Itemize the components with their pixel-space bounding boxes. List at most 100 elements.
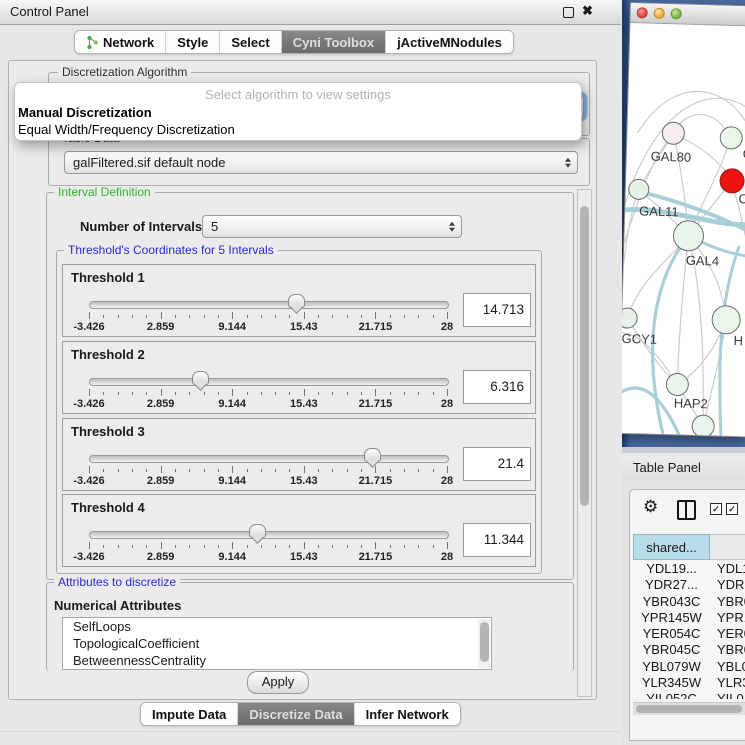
node-gal11[interactable] <box>628 179 649 200</box>
tab-jactivemnodules[interactable]: jActiveMNodules <box>386 31 513 53</box>
tab-select[interactable]: Select <box>220 31 281 53</box>
axis-tick-label: 15.43 <box>290 321 318 333</box>
float-window-icon[interactable] <box>563 7 574 18</box>
panel-scrollbar[interactable] <box>577 189 592 697</box>
slider-track <box>89 531 449 539</box>
tab-label: Network <box>103 35 154 50</box>
threshold-slider[interactable]: -3.4262.8599.14415.4321.71528 <box>89 298 447 334</box>
node-gal[interactable] <box>720 127 743 150</box>
network-icon <box>86 35 99 50</box>
cell-shared-name: YPR145W <box>633 610 710 626</box>
axis-tick-label: 15.43 <box>290 398 318 410</box>
network-canvas[interactable]: GAL80GALCGAL11GAL4GCY1HHAP2 <box>622 3 745 436</box>
tick-mark <box>375 542 376 549</box>
tab-cyni-toolbox[interactable]: Cyni Toolbox <box>282 31 386 53</box>
table-row[interactable]: YLR345WYLR3 <box>633 675 745 691</box>
node-gcy1[interactable] <box>622 308 637 329</box>
axis-tick-label: 28 <box>441 321 453 333</box>
slider-thumb[interactable] <box>192 371 209 385</box>
tick-mark <box>361 392 362 395</box>
table-row[interactable]: YDL19...YDL1 <box>633 561 745 577</box>
slider-thumb[interactable] <box>288 294 305 308</box>
node-gal80[interactable] <box>662 122 685 145</box>
tick-mark <box>447 542 448 549</box>
tab-style[interactable]: Style <box>166 31 220 53</box>
dropdown-option-equal-width-frequency-discretization[interactable]: Equal Width/Frequency Discretization <box>15 121 581 138</box>
tick-mark <box>118 469 119 472</box>
table-row[interactable]: YIL052CYIL0 <box>633 691 745 699</box>
table-data-combobox[interactable]: galFiltered.sif default node <box>64 151 578 174</box>
slider-thumb[interactable] <box>249 524 266 538</box>
window-zoom-button[interactable] <box>671 8 682 19</box>
table-row[interactable]: YBR043CYBR0 <box>633 594 745 610</box>
threshold-label: Threshold 1 <box>71 270 145 285</box>
checkbox-icon[interactable]: ✓ <box>710 503 722 515</box>
threshold-value-field[interactable]: 6.316 <box>463 370 531 404</box>
tick-mark <box>289 469 290 472</box>
column-header-n[interactable]: n <box>710 534 745 560</box>
gear-icon[interactable]: ⚙ <box>643 497 658 517</box>
table-row[interactable]: YBR045CYBR0 <box>633 642 745 658</box>
attribute-item-topologicalcoefficient[interactable]: TopologicalCoefficient <box>63 635 491 652</box>
tick-mark <box>289 315 290 318</box>
axis-tick-label: 9.144 <box>218 475 246 487</box>
threshold-slider[interactable]: -3.4262.8599.14415.4321.71528 <box>89 375 447 411</box>
node-h[interactable] <box>712 305 741 334</box>
tick-mark <box>304 389 305 396</box>
axis-tick-label: 9.144 <box>218 551 246 563</box>
horizontal-scrollbar[interactable] <box>633 702 745 715</box>
attribute-item-selfloops[interactable]: SelfLoops <box>63 618 491 635</box>
split-columns-icon[interactable] <box>677 500 696 520</box>
tick-mark <box>318 392 319 395</box>
table-row[interactable]: YBL079WYBL0 <box>633 659 745 675</box>
threshold-value-field[interactable]: 14.713 <box>463 293 531 327</box>
threshold-value-field[interactable]: 11.344 <box>463 523 531 557</box>
threshold-slider[interactable]: -3.4262.8599.14415.4321.71528 <box>89 452 447 488</box>
network-window-titlebar[interactable] <box>630 3 745 27</box>
tab-network[interactable]: Network <box>75 31 166 53</box>
window-close-button[interactable] <box>637 7 648 18</box>
close-icon[interactable]: ✖ <box>582 3 593 19</box>
threshold-slider[interactable]: -3.4262.8599.14415.4321.71528 <box>89 528 447 564</box>
tick-mark <box>175 392 176 395</box>
tab-infer-network[interactable]: Infer Network <box>355 703 460 725</box>
window-minimize-button[interactable] <box>654 8 665 19</box>
dropdown-option-manual-discretization[interactable]: Manual Discretization <box>15 104 581 121</box>
list-scrollbar[interactable] <box>478 619 490 668</box>
tick-mark <box>433 469 434 472</box>
tick-mark <box>218 315 219 318</box>
tick-mark <box>304 466 305 473</box>
node-label: GAL80 <box>650 149 691 165</box>
divider <box>0 731 621 732</box>
num-intervals-combobox[interactable]: 5 <box>202 215 462 238</box>
tab-impute-data[interactable]: Impute Data <box>141 703 238 725</box>
apply-button[interactable]: Apply <box>247 671 309 694</box>
cell-shared-name: YLR345W <box>633 675 710 691</box>
tick-mark <box>261 392 262 395</box>
table-row[interactable]: YDR27...YDR2 <box>633 577 745 593</box>
tick-mark <box>404 545 405 548</box>
node-gal4[interactable] <box>673 220 704 251</box>
axis-tick-label: 2.859 <box>147 321 175 333</box>
tab-discretize-data[interactable]: Discretize Data <box>238 703 354 725</box>
node-unlabeled[interactable] <box>692 415 715 437</box>
tick-mark <box>103 392 104 395</box>
attribute-item-betweennesscentrality[interactable]: BetweennessCentrality <box>63 652 491 669</box>
cell-name: YPR1 <box>717 610 745 626</box>
axis-tick-label: 28 <box>441 551 453 563</box>
threshold-panel-3: Threshold 3-3.4262.8599.14415.4321.71528… <box>62 418 536 491</box>
tick-mark <box>304 312 305 319</box>
column-header-shared[interactable]: shared... <box>633 534 710 560</box>
threshold-value-field[interactable]: 21.4 <box>463 447 531 481</box>
checkbox-icon[interactable]: ✓ <box>726 503 738 515</box>
slider-thumb[interactable] <box>364 448 381 462</box>
node-hap2[interactable] <box>666 373 689 396</box>
table-row[interactable]: YPR145W YPR1 <box>633 610 745 626</box>
tick-mark <box>218 545 219 548</box>
table-row[interactable]: YER054CYER0 <box>633 626 745 642</box>
node-c[interactable] <box>720 169 745 194</box>
slider-track <box>89 455 449 463</box>
tick-mark <box>304 542 305 549</box>
tick-mark <box>175 315 176 318</box>
tick-mark <box>132 545 133 548</box>
